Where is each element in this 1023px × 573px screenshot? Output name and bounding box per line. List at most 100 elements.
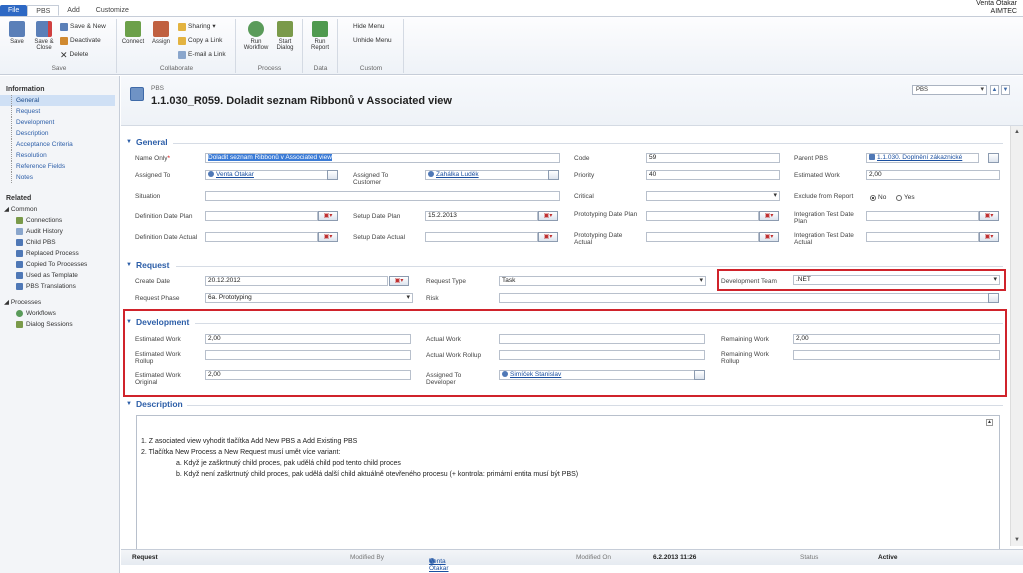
calendar-button[interactable]: ▣▾ [538, 211, 558, 221]
integration-date-actual-input[interactable] [866, 232, 979, 242]
assigned-to-developer-input[interactable]: Šimíček Stanislav [499, 370, 695, 380]
lookup-button[interactable] [694, 370, 705, 380]
actual-work-rollup-input[interactable] [499, 350, 705, 360]
remaining-work-rollup-input[interactable] [793, 350, 1000, 360]
nav-item-copied-to-processes[interactable]: Copied To Processes [0, 259, 119, 270]
dev-estimated-work-input[interactable]: 2,00 [205, 334, 411, 344]
exclude-yes-radio[interactable]: Yes [896, 194, 915, 201]
assigned-to-customer-input[interactable]: Zahálka Luděk [425, 170, 559, 180]
nav-common-group[interactable]: ◢ Common [0, 204, 119, 215]
section-general-header[interactable]: ▼ General [126, 137, 168, 147]
nav-item-notes[interactable]: Notes [0, 172, 119, 183]
nav-item-request[interactable]: Request [0, 106, 119, 117]
deactivate-button[interactable]: Deactivate [60, 36, 101, 46]
form-selector[interactable]: PBS [912, 85, 987, 95]
sharing-button[interactable]: Sharing ▾ [178, 22, 216, 32]
definition-date-plan-input[interactable] [205, 211, 318, 221]
assigned-to-input[interactable]: Venta Otakar [205, 170, 338, 180]
estimated-work-rollup-input[interactable] [205, 350, 411, 360]
integration-date-plan-input[interactable] [866, 211, 979, 221]
nav-item-resolution[interactable]: Resolution [0, 150, 119, 161]
nav-item-child-pbs[interactable]: Child PBS [0, 237, 119, 248]
section-development-header[interactable]: ▼ Development [126, 317, 189, 327]
estimated-work-original-input[interactable]: 2,00 [205, 370, 411, 380]
copy-link-button[interactable]: Copy a Link [178, 36, 222, 46]
situation-input[interactable] [205, 191, 560, 201]
scroll-down-icon[interactable]: ▼ [1013, 536, 1021, 544]
lookup-button[interactable] [327, 170, 338, 180]
next-record-button[interactable]: ▼ [1001, 85, 1010, 95]
nav-item-workflows[interactable]: Workflows [0, 308, 119, 319]
priority-input[interactable]: 40 [646, 170, 780, 180]
create-date-input[interactable]: 20.12.2012 [205, 276, 388, 286]
prototyping-date-actual-input[interactable] [646, 232, 759, 242]
calendar-button[interactable]: ▣▾ [979, 211, 999, 221]
nav-item-dialog-sessions[interactable]: Dialog Sessions [0, 319, 119, 330]
prototyping-date-plan-input[interactable] [646, 211, 759, 221]
code-input[interactable]: 59 [646, 153, 780, 163]
nav-item-acceptance-criteria[interactable]: Acceptance Criteria [0, 139, 119, 150]
parent-pbs-input[interactable]: 1.1.030. Doplnění zákaznické [866, 153, 979, 163]
tab-add[interactable]: Add [59, 5, 87, 16]
hide-menu-button[interactable]: Hide Menu [353, 22, 384, 32]
save-new-button[interactable]: Save & New [60, 22, 106, 32]
tab-file[interactable]: File [0, 5, 28, 16]
calendar-button[interactable]: ▣▾ [318, 211, 338, 221]
setup-date-actual-input[interactable] [425, 232, 538, 242]
name-only-input[interactable]: Doladit seznam Ribbonů v Associated view [205, 153, 560, 163]
nav-processes-group[interactable]: ◢ Processes [0, 297, 119, 308]
setup-date-plan-input[interactable]: 15.2.2013 [425, 211, 538, 221]
definition-date-actual-input[interactable] [205, 232, 318, 242]
calendar-button[interactable]: ▣▾ [538, 232, 558, 242]
nav-item-replaced-process[interactable]: Replaced Process [0, 248, 119, 259]
calendar-button[interactable]: ▣▾ [318, 232, 338, 242]
lookup-button[interactable] [548, 170, 559, 180]
user-icon [428, 171, 434, 177]
calendar-button[interactable]: ▣▾ [759, 232, 779, 242]
remaining-work-input[interactable]: 2,00 [793, 334, 1000, 344]
nav-item-general[interactable]: General [0, 95, 115, 106]
calendar-button[interactable]: ▣▾ [979, 232, 999, 242]
development-team-select[interactable]: .NET ▾ [793, 275, 1000, 285]
nav-item-reference-fields[interactable]: Reference Fields [0, 161, 119, 172]
lookup-button[interactable] [988, 293, 999, 303]
estimated-work-input[interactable]: 2,00 [866, 170, 1000, 180]
expand-icon[interactable]: ▲ [986, 419, 993, 426]
tab-customize[interactable]: Customize [88, 5, 137, 16]
collapse-icon: ▼ [126, 319, 132, 325]
section-description-header[interactable]: ▼ Description [126, 399, 183, 409]
critical-select[interactable]: ▾ [646, 191, 780, 201]
nav-item-development[interactable]: Development [0, 117, 119, 128]
form-scrollbar[interactable]: ▲ ▼ [1010, 126, 1023, 546]
save-button[interactable]: Save [4, 21, 30, 45]
section-request-header[interactable]: ▼ Request [126, 260, 170, 270]
unhide-menu-button[interactable]: Unhide Menu [353, 36, 392, 46]
request-phase-select[interactable]: 6a. Prototyping ▾ [205, 293, 413, 303]
footer-entity: Request [132, 554, 158, 561]
nav-item-used-as-template[interactable]: Used as Template [0, 270, 119, 281]
dev-estimated-work-label: Estimated Work [135, 336, 181, 343]
nav-item-pbs-translations[interactable]: PBS Translations [0, 281, 119, 292]
nav-item-audit-history[interactable]: Audit History [0, 226, 119, 237]
risk-input[interactable] [499, 293, 989, 303]
run-report-button[interactable]: Run Report [307, 21, 333, 51]
nav-item-description[interactable]: Description [0, 128, 119, 139]
email-link-button[interactable]: E-mail a Link [178, 50, 226, 60]
save-close-button[interactable]: Save & Close [31, 21, 57, 51]
scroll-up-icon[interactable]: ▲ [1013, 128, 1021, 136]
delete-button[interactable]: ✕ Delete [60, 50, 88, 60]
start-dialog-button[interactable]: Start Dialog [272, 21, 298, 51]
previous-record-button[interactable]: ▲ [990, 85, 999, 95]
request-type-select[interactable]: Task ▾ [499, 276, 706, 286]
actual-work-input[interactable] [499, 334, 705, 344]
run-workflow-button[interactable]: Run Workflow [241, 21, 271, 51]
connect-button[interactable]: Connect [120, 21, 146, 45]
calendar-button[interactable]: ▣▾ [759, 211, 779, 221]
tab-pbs[interactable]: PBS [27, 5, 60, 16]
nav-item-connections[interactable]: Connections [0, 215, 119, 226]
ribbon-group-custom: Hide Menu Unhide Menu Custom [339, 19, 404, 73]
assign-button[interactable]: Assign [148, 21, 174, 45]
exclude-no-radio[interactable]: No [870, 194, 886, 201]
lookup-button[interactable] [988, 153, 999, 163]
calendar-button[interactable]: ▣▾ [389, 276, 409, 286]
